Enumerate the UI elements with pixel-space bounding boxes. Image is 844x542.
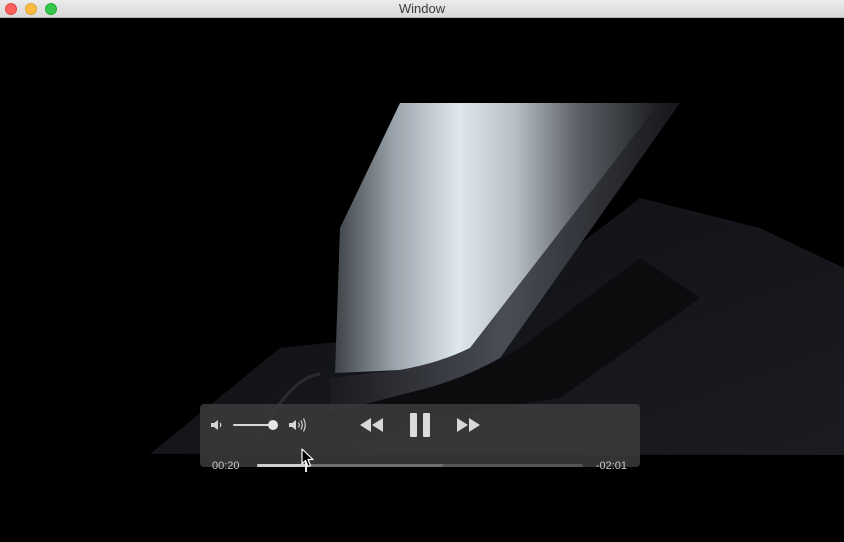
scrubber-played: [257, 464, 306, 467]
elapsed-time: 00:20: [212, 460, 240, 472]
remaining-time: -02:01: [595, 460, 627, 472]
pause-button[interactable]: [409, 413, 431, 437]
volume-slider[interactable]: [233, 419, 283, 431]
fast-forward-icon: [457, 418, 480, 432]
speaker-low-icon: [211, 420, 222, 430]
volume-max-button[interactable]: [288, 417, 310, 433]
volume-mute-button[interactable]: [210, 418, 224, 432]
player-window: Window 00:20 -02:01: [0, 0, 844, 542]
window-title: Window: [398, 1, 446, 16]
fast-forward-button[interactable]: [455, 416, 482, 434]
mouse-pointer-icon: [301, 448, 314, 468]
volume-knob[interactable]: [267, 420, 278, 430]
rewind-icon: [360, 418, 383, 432]
title-bar[interactable]: Window: [0, 0, 844, 18]
playback-controls: 00:20 -02:01: [200, 404, 640, 472]
rewind-button[interactable]: [358, 416, 385, 434]
speaker-high-icon: [289, 418, 306, 432]
pause-icon: [410, 413, 430, 437]
video-area[interactable]: 00:20 -02:01: [0, 18, 844, 542]
